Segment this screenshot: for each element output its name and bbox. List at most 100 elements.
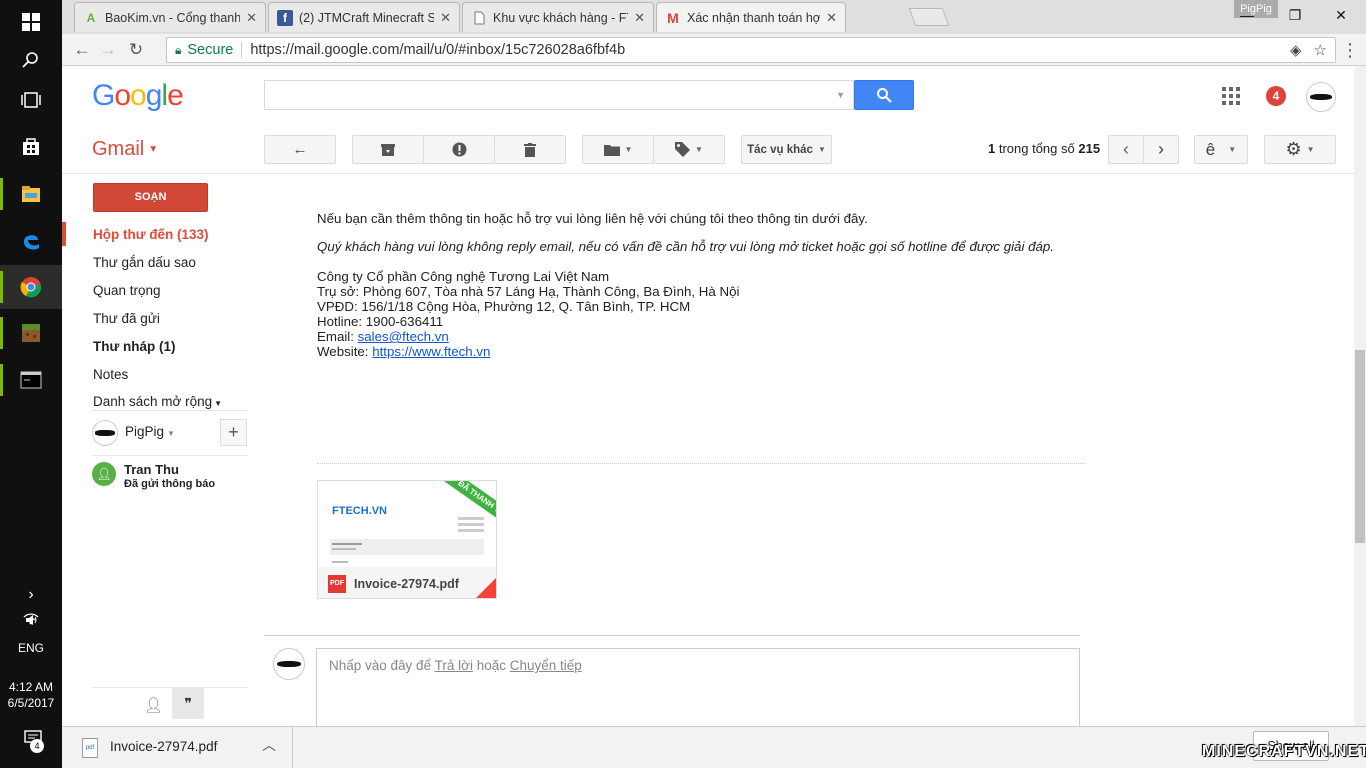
google-logo[interactable]: Google (92, 79, 184, 113)
reload-icon[interactable]: ↻ (124, 38, 148, 62)
sidebar-item-inbox[interactable]: Hộp thư đến (133) (93, 227, 209, 242)
url-text[interactable]: https://mail.google.com/mail/u/0/#inbox/… (250, 42, 625, 58)
labels-button[interactable]: ▼ (653, 135, 725, 164)
divider (292, 727, 293, 768)
running-indicator (0, 364, 3, 396)
pdf-file-icon[interactable]: pdf (82, 738, 98, 758)
chrome-menu-icon[interactable]: ⋮ (1338, 38, 1362, 62)
sidebar-item-notes[interactable]: Notes (93, 367, 128, 382)
sidebar-item-starred[interactable]: Thư gắn dấu sao (93, 255, 196, 270)
attachment-brand: FTECH.VN (332, 505, 387, 517)
file-explorer-icon[interactable] (0, 172, 62, 216)
close-icon[interactable]: ✕ (246, 10, 257, 26)
chrome-icon[interactable] (0, 265, 62, 309)
eye-icon[interactable]: ◈ (1290, 41, 1302, 59)
scrollbar-thumb[interactable] (1355, 350, 1365, 543)
compose-button[interactable]: SOẠN (93, 183, 208, 212)
terminal-icon[interactable] (0, 358, 62, 402)
gmail-header: Google ▼ 4 (62, 66, 1354, 126)
language-indicator[interactable]: ENG (0, 641, 62, 655)
input-tools-button[interactable]: ê ▼ (1194, 135, 1248, 164)
download-filename[interactable]: Invoice-27974.pdf (110, 739, 217, 754)
clock-time[interactable]: 4:12 AM (0, 680, 62, 694)
hangouts-icon[interactable]: ❞ (172, 688, 204, 719)
reply-link[interactable]: Trả lời (435, 658, 473, 673)
minecraft-icon[interactable] (0, 311, 62, 355)
task-view-icon[interactable] (0, 78, 62, 122)
tab-title: BaoKim.vn - Cổng thanh (105, 10, 241, 25)
move-to-button[interactable]: ▼ (582, 135, 654, 164)
hangouts-avatar[interactable] (92, 420, 118, 446)
chevron-up-icon[interactable]: ︿ (262, 735, 276, 755)
lock-icon: 🔒︎ (175, 42, 182, 57)
chevron-right-icon: › (1158, 139, 1164, 159)
account-avatar[interactable] (1306, 82, 1336, 112)
report-spam-button[interactable] (423, 135, 495, 164)
reply-box[interactable]: Nhấp vào đây để Trả lời hoặc Chuyển tiếp (316, 648, 1080, 728)
tab-title: (2) JTMCraft Minecraft Se (299, 10, 435, 25)
new-tab-button[interactable] (908, 8, 950, 26)
search-button[interactable] (854, 80, 914, 110)
attachment-card[interactable]: FTECH.VN ĐÃ THANH TOÁN PDF Invoice-27974… (317, 480, 497, 599)
reply-middle: hoặc (472, 658, 510, 673)
preview-line (458, 523, 484, 526)
caret-down-icon: ▼ (1228, 145, 1237, 154)
delete-button[interactable] (494, 135, 566, 164)
clock-date[interactable]: 6/5/2017 (0, 696, 62, 710)
volume-icon[interactable] (22, 614, 42, 629)
older-button[interactable]: › (1143, 135, 1179, 164)
omnibox-icons: ◈ ☆ (1290, 41, 1327, 59)
email-label: Email: (317, 329, 358, 344)
settings-button[interactable]: ⚙ ▼ (1264, 135, 1336, 164)
company-website: Website: https://www.ftech.vn (317, 344, 490, 359)
sidebar-item-important[interactable]: Quan trọng (93, 283, 161, 298)
tab-gmail[interactable]: M Xác nhận thanh toán hợp ✕ (656, 2, 846, 32)
forward-link[interactable]: Chuyển tiếp (510, 658, 582, 673)
folder-icon (603, 145, 620, 156)
back-to-inbox-button[interactable]: ← (264, 135, 336, 164)
reply-separator (264, 635, 1080, 636)
tab-baokim[interactable]: A BaoKim.vn - Cổng thanh ✕ (74, 2, 266, 32)
sidebar-item-drafts[interactable]: Thư nháp (1) (93, 339, 176, 354)
edge-icon[interactable] (0, 218, 62, 262)
hangouts-user[interactable]: PigPig ▼ (125, 424, 175, 439)
new-hangout-button[interactable]: + (220, 419, 247, 446)
company-name: Công ty Cổ phần Công nghệ Tương Lai Việt… (317, 269, 610, 284)
search-input[interactable]: ▼ (264, 80, 854, 110)
close-icon[interactable]: ✕ (634, 10, 645, 26)
back-arrow-icon[interactable]: ← (70, 38, 94, 62)
search-options-caret-icon[interactable]: ▼ (836, 90, 845, 100)
email-link[interactable]: sales@ftech.vn (358, 329, 449, 344)
archive-button[interactable] (352, 135, 424, 164)
bookmark-star-icon[interactable]: ☆ (1314, 41, 1327, 59)
apps-grid-icon[interactable] (1222, 87, 1240, 105)
gmail-app-switcher[interactable]: Gmail ▼ (92, 138, 158, 161)
newer-button[interactable]: ‹ (1108, 135, 1144, 164)
sidebar-item-more[interactable]: Danh sách mở rộng ▼ (93, 394, 222, 409)
screen: › ENG 4:12 AM 6/5/2017 4 A BaoKim.vn - C… (0, 0, 1366, 768)
contact-name[interactable]: Tran Thu (124, 462, 179, 477)
website-link[interactable]: https://www.ftech.vn (372, 344, 490, 359)
contact-avatar-icon[interactable]: 👤︎ (92, 462, 116, 486)
window-close-icon[interactable]: ✕ (1318, 0, 1364, 30)
sidebar-item-sent[interactable]: Thư đã gửi (93, 311, 160, 326)
paging-middle: trong tổng số (995, 141, 1079, 156)
plus-icon: + (228, 422, 239, 442)
action-center-icon[interactable]: 4 (20, 730, 46, 756)
facebook-icon: f (277, 9, 293, 26)
tab-jtmcraft[interactable]: f (2) JTMCraft Minecraft Se ✕ (268, 2, 460, 32)
store-icon[interactable] (0, 124, 62, 168)
tab-ftech[interactable]: Khu vực khách hàng - FT ✕ (462, 2, 654, 32)
close-icon[interactable]: ✕ (826, 10, 837, 26)
close-icon[interactable]: ✕ (440, 10, 451, 26)
restore-icon[interactable]: ❐ (1272, 0, 1318, 30)
minimize-icon[interactable]: — (1224, 0, 1270, 30)
person-icon[interactable]: 👤︎ (144, 696, 163, 714)
forward-arrow-icon[interactable]: → (96, 38, 120, 62)
notifications-badge[interactable]: 4 (1266, 86, 1286, 106)
show-hidden-icons-chevron-icon[interactable]: › (0, 586, 62, 604)
address-bar[interactable]: 🔒︎ Secure https://mail.google.com/mail/u… (166, 37, 1336, 63)
caret-down-icon: ▼ (1306, 145, 1315, 154)
more-actions-button[interactable]: Tác vụ khác ▼ (741, 135, 832, 164)
search-icon[interactable] (0, 38, 62, 82)
